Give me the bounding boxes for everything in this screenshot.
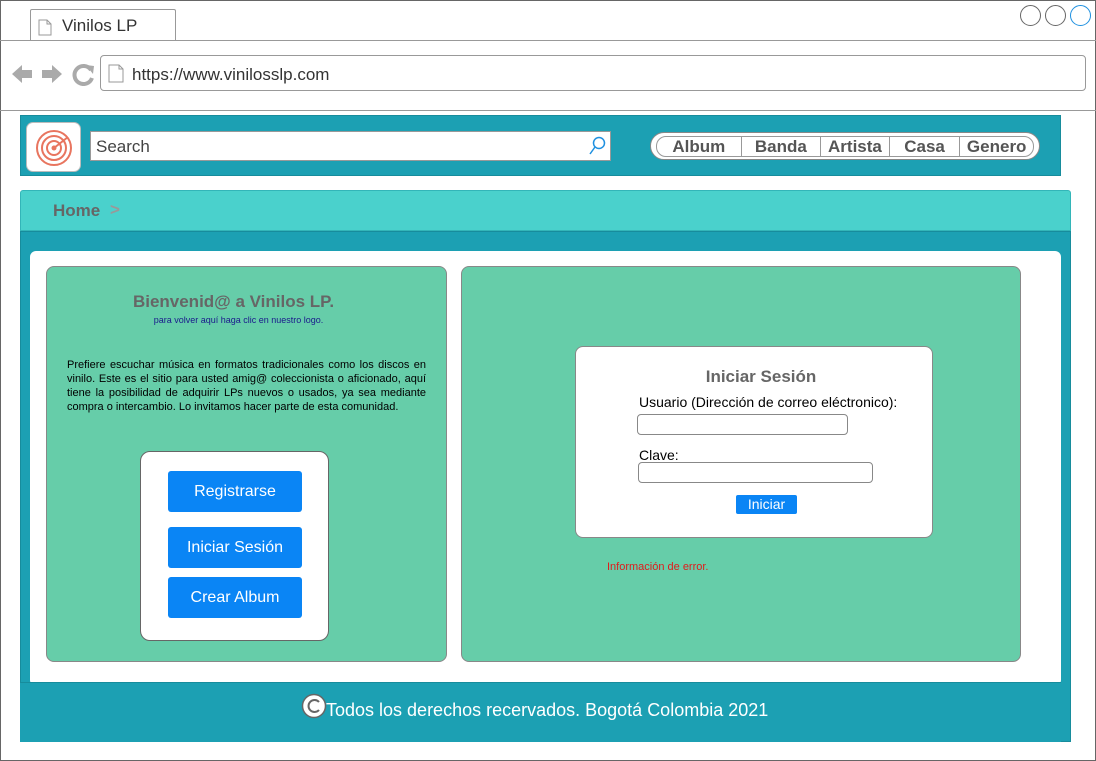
copyright-icon	[301, 693, 327, 719]
user-label: Usuario (Dirección de correo eléctronico…	[639, 394, 898, 410]
search-icon[interactable]	[589, 136, 607, 156]
search-input[interactable]: Search	[90, 131, 611, 161]
browser-nav	[10, 62, 96, 91]
error-message: Información de error.	[607, 561, 709, 573]
page-icon	[108, 64, 124, 83]
breadcrumb-home[interactable]: Home	[53, 201, 100, 221]
nav-item-genero[interactable]: Genero	[960, 137, 1033, 156]
close-button[interactable]	[1070, 5, 1091, 26]
welcome-paragraph: Prefiere escuchar música en formatos tra…	[67, 359, 426, 413]
nav-item-artista[interactable]: Artista	[821, 137, 890, 156]
breadcrumb-separator: >	[110, 200, 120, 219]
password-label: Clave:	[639, 447, 679, 463]
submit-login-button[interactable]: Iniciar	[736, 495, 797, 514]
address-bar[interactable]: https://www.vinilosslp.com	[100, 55, 1086, 91]
footer-text: Todos los derechos recervados. Bogotá Co…	[326, 700, 769, 720]
search-placeholder: Search	[96, 137, 150, 156]
welcome-title: Bienvenid@ a Vinilos LP.	[132, 292, 335, 311]
vinyl-logo[interactable]	[26, 122, 81, 172]
breadcrumb: Home >	[20, 190, 1071, 231]
back-arrow-icon[interactable]	[12, 65, 32, 83]
tab-title: Vinilos LP	[62, 16, 138, 35]
login-title: Iniciar Sesión	[705, 367, 817, 386]
login-button[interactable]: Iniciar Sesión	[168, 527, 302, 568]
nav-item-casa[interactable]: Casa	[890, 137, 961, 156]
minimize-button[interactable]	[1020, 5, 1041, 26]
page-icon	[38, 19, 52, 36]
nav-item-banda[interactable]: Banda	[742, 137, 822, 156]
nav-menu: Album Banda Artista Casa Genero	[650, 132, 1040, 160]
maximize-button[interactable]	[1045, 5, 1066, 26]
reload-icon[interactable]	[72, 64, 94, 86]
welcome-subtitle: para volver aquí haga clic en nuestro lo…	[153, 315, 324, 325]
register-button[interactable]: Registrarse	[168, 471, 302, 512]
nav-item-album[interactable]: Album	[657, 137, 742, 156]
vinyl-record-icon	[36, 130, 72, 166]
browser-tab[interactable]: Vinilos LP	[30, 9, 176, 41]
forward-arrow-icon[interactable]	[42, 65, 62, 83]
password-field[interactable]	[638, 462, 873, 483]
url-text: https://www.vinilosslp.com	[132, 65, 330, 84]
email-field[interactable]	[637, 414, 848, 435]
create-album-button[interactable]: Crear Album	[168, 577, 302, 618]
